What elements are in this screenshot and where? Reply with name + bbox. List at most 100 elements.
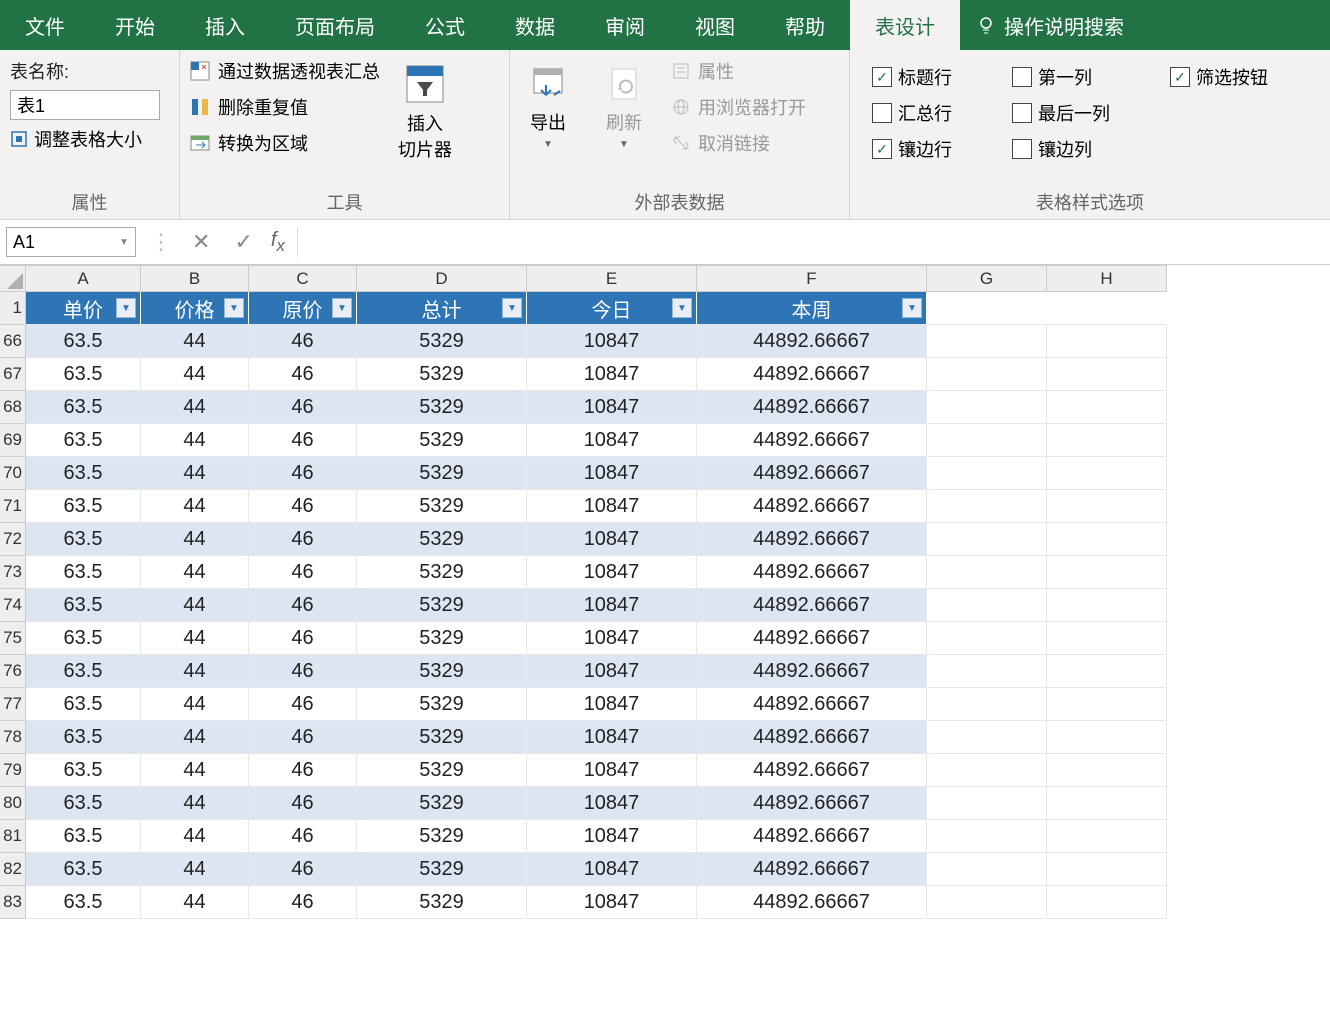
formula-input[interactable] <box>297 227 1330 257</box>
table-cell[interactable]: 10847 <box>527 754 697 787</box>
table-cell[interactable]: 63.5 <box>26 589 141 622</box>
table-header-cell[interactable]: 价格▼ <box>141 292 249 325</box>
table-cell[interactable]: 5329 <box>357 391 527 424</box>
table-cell[interactable]: 63.5 <box>26 424 141 457</box>
checkbox-header_row[interactable]: ✓标题行 <box>872 64 992 90</box>
table-cell[interactable] <box>1047 787 1167 820</box>
cancel-formula-button[interactable]: ✕ <box>180 229 222 255</box>
row-header[interactable]: 69 <box>0 424 26 457</box>
table-cell[interactable] <box>927 358 1047 391</box>
table-cell[interactable]: 44892.66667 <box>697 754 927 787</box>
table-cell[interactable]: 44892.66667 <box>697 853 927 886</box>
tab-开始[interactable]: 开始 <box>90 0 180 50</box>
table-cell[interactable] <box>927 457 1047 490</box>
table-cell[interactable]: 5329 <box>357 457 527 490</box>
table-cell[interactable]: 5329 <box>357 655 527 688</box>
table-cell[interactable]: 63.5 <box>26 523 141 556</box>
table-cell[interactable]: 44892.66667 <box>697 556 927 589</box>
table-cell[interactable]: 10847 <box>527 622 697 655</box>
table-cell[interactable]: 5329 <box>357 523 527 556</box>
tab-公式[interactable]: 公式 <box>400 0 490 50</box>
table-cell[interactable] <box>1047 655 1167 688</box>
table-cell[interactable]: 10847 <box>527 853 697 886</box>
table-cell[interactable] <box>927 589 1047 622</box>
table-cell[interactable]: 5329 <box>357 358 527 391</box>
row-header[interactable]: 75 <box>0 622 26 655</box>
table-cell[interactable] <box>927 754 1047 787</box>
table-cell[interactable]: 44892.66667 <box>697 622 927 655</box>
table-header-cell[interactable]: 总计▼ <box>357 292 527 325</box>
table-cell[interactable]: 5329 <box>357 556 527 589</box>
table-cell[interactable] <box>1047 754 1167 787</box>
table-cell[interactable]: 44892.66667 <box>697 589 927 622</box>
table-cell[interactable]: 10847 <box>527 325 697 358</box>
table-cell[interactable]: 44892.66667 <box>697 325 927 358</box>
table-cell[interactable]: 63.5 <box>26 787 141 820</box>
filter-dropdown-icon[interactable]: ▼ <box>502 298 522 318</box>
table-cell[interactable]: 44 <box>141 622 249 655</box>
table-cell[interactable] <box>1047 424 1167 457</box>
filter-dropdown-icon[interactable]: ▼ <box>332 298 352 318</box>
table-cell[interactable]: 44892.66667 <box>697 424 927 457</box>
table-cell[interactable] <box>927 556 1047 589</box>
table-cell[interactable]: 63.5 <box>26 622 141 655</box>
tab-审阅[interactable]: 审阅 <box>580 0 670 50</box>
tab-表设计[interactable]: 表设计 <box>850 0 960 50</box>
row-header[interactable]: 67 <box>0 358 26 391</box>
table-header-cell[interactable] <box>927 292 1047 325</box>
checkbox-last_col[interactable]: 最后一列 <box>1012 100 1150 126</box>
convert-range-button[interactable]: 转换为区域 <box>190 130 380 156</box>
row-header[interactable]: 79 <box>0 754 26 787</box>
table-cell[interactable] <box>927 523 1047 556</box>
table-cell[interactable]: 5329 <box>357 589 527 622</box>
row-header[interactable]: 78 <box>0 721 26 754</box>
table-cell[interactable] <box>1047 688 1167 721</box>
table-cell[interactable]: 46 <box>249 556 357 589</box>
table-cell[interactable] <box>1047 589 1167 622</box>
table-cell[interactable]: 10847 <box>527 424 697 457</box>
table-cell[interactable]: 10847 <box>527 556 697 589</box>
tab-插入[interactable]: 插入 <box>180 0 270 50</box>
refresh-button[interactable]: 刷新 ▼ <box>596 58 652 156</box>
table-cell[interactable] <box>927 655 1047 688</box>
row-header[interactable]: 77 <box>0 688 26 721</box>
filter-dropdown-icon[interactable]: ▼ <box>116 298 136 318</box>
tab-视图[interactable]: 视图 <box>670 0 760 50</box>
name-box[interactable]: A1 ▼ <box>6 227 136 257</box>
table-cell[interactable]: 5329 <box>357 886 527 919</box>
table-header-cell[interactable]: 今日▼ <box>527 292 697 325</box>
table-cell[interactable] <box>1047 523 1167 556</box>
table-cell[interactable]: 46 <box>249 424 357 457</box>
table-cell[interactable]: 46 <box>249 391 357 424</box>
table-cell[interactable]: 63.5 <box>26 655 141 688</box>
col-header-H[interactable]: H <box>1047 265 1167 292</box>
table-cell[interactable]: 46 <box>249 787 357 820</box>
table-cell[interactable] <box>1047 853 1167 886</box>
table-cell[interactable] <box>927 853 1047 886</box>
tab-页面布局[interactable]: 页面布局 <box>270 0 400 50</box>
table-cell[interactable]: 10847 <box>527 358 697 391</box>
table-cell[interactable]: 44892.66667 <box>697 688 927 721</box>
table-cell[interactable]: 5329 <box>357 688 527 721</box>
table-cell[interactable]: 46 <box>249 820 357 853</box>
table-cell[interactable]: 46 <box>249 490 357 523</box>
table-cell[interactable]: 10847 <box>527 523 697 556</box>
table-cell[interactable]: 10847 <box>527 787 697 820</box>
table-cell[interactable] <box>927 622 1047 655</box>
filter-dropdown-icon[interactable]: ▼ <box>902 298 922 318</box>
row-header[interactable]: 68 <box>0 391 26 424</box>
table-cell[interactable]: 46 <box>249 721 357 754</box>
table-cell[interactable]: 63.5 <box>26 853 141 886</box>
cells-area[interactable]: 单价▼价格▼原价▼总计▼今日▼本周▼63.5444653291084744892… <box>26 292 1167 919</box>
table-cell[interactable]: 44892.66667 <box>697 721 927 754</box>
table-cell[interactable]: 44 <box>141 754 249 787</box>
table-cell[interactable] <box>927 490 1047 523</box>
table-cell[interactable]: 63.5 <box>26 325 141 358</box>
table-cell[interactable]: 44 <box>141 424 249 457</box>
table-cell[interactable] <box>1047 622 1167 655</box>
row-header[interactable]: 66 <box>0 325 26 358</box>
table-cell[interactable]: 63.5 <box>26 721 141 754</box>
col-header-C[interactable]: C <box>249 265 357 292</box>
checkbox-banded_row[interactable]: ✓镶边行 <box>872 136 992 162</box>
table-cell[interactable]: 44 <box>141 688 249 721</box>
